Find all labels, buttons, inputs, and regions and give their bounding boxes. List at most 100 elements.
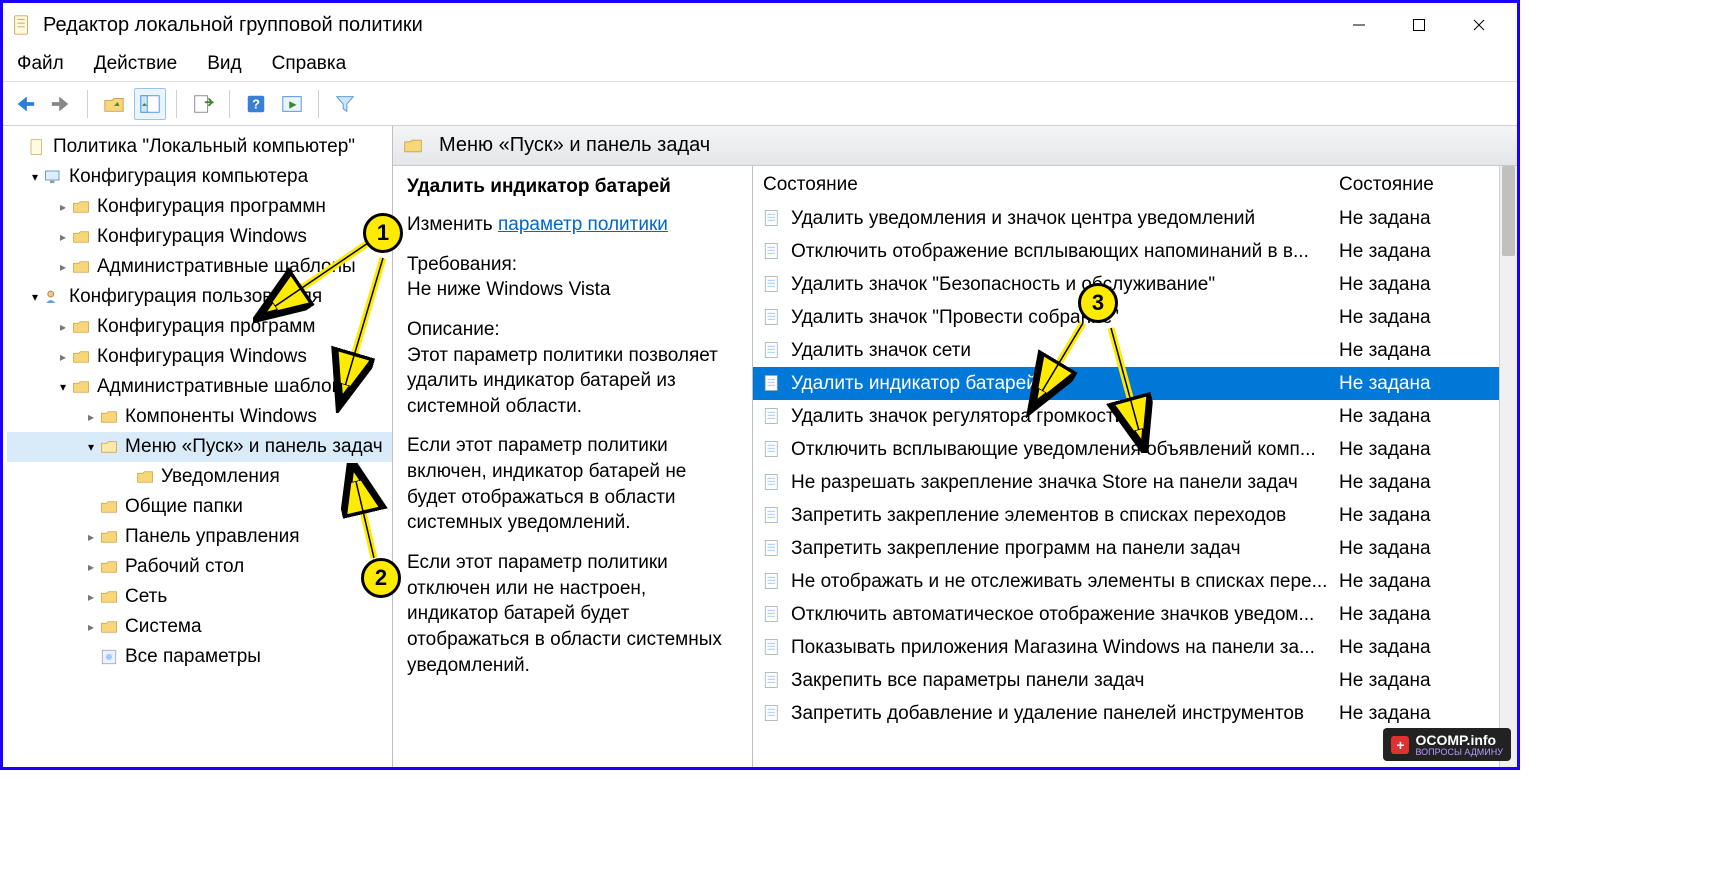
policy-icon [763, 704, 783, 724]
tree-item[interactable]: Конфигурация программ [7, 312, 392, 342]
tree-item[interactable]: Все параметры [7, 642, 392, 672]
vertical-scrollbar[interactable] [1499, 166, 1517, 767]
show-tree-button[interactable] [134, 88, 166, 120]
policy-icon [763, 341, 783, 361]
policy-state: Не задана [1339, 472, 1489, 494]
policy-name: Удалить значок "Безопасность и обслужива… [791, 274, 1339, 296]
user-icon [43, 287, 63, 307]
tree-item[interactable]: Рабочий стол [7, 552, 392, 582]
tree-start-taskbar[interactable]: Меню «Пуск» и панель задач [7, 432, 392, 462]
policy-row[interactable]: Отключить отображение всплывающих напоми… [753, 235, 1499, 268]
policy-row[interactable]: Закрепить все параметры панели задачНе з… [753, 664, 1499, 697]
menu-action[interactable]: Действие [90, 51, 182, 77]
policy-row[interactable]: Удалить значок сетиНе задана [753, 334, 1499, 367]
policy-rows: Удалить уведомления и значок центра увед… [753, 202, 1499, 730]
policy-row[interactable]: Удалить индикатор батарейНе задана [753, 367, 1499, 400]
tree-item[interactable]: Сеть [7, 582, 392, 612]
tree-item[interactable]: Конфигурация Windows [7, 342, 392, 372]
tree-pane[interactable]: Политика "Локальный компьютер" Конфигура… [3, 126, 393, 767]
list-header[interactable]: Состояние Состояние [753, 166, 1499, 202]
policy-row[interactable]: Запретить закрепление программ на панели… [753, 532, 1499, 565]
policy-row[interactable]: Запретить добавление и удаление панелей … [753, 697, 1499, 730]
policy-icon [763, 506, 783, 526]
policy-icon [763, 638, 783, 658]
policy-row[interactable]: Удалить значок "Безопасность и обслужива… [753, 268, 1499, 301]
policy-icon [763, 539, 783, 559]
policy-icon [763, 308, 783, 328]
tree-item[interactable]: Компоненты Windows [7, 402, 392, 432]
folder-icon [71, 377, 91, 397]
policy-row[interactable]: Отключить автоматическое отображение зна… [753, 598, 1499, 631]
policy-row[interactable]: Запретить закрепление элементов в списка… [753, 499, 1499, 532]
folder-icon [71, 317, 91, 337]
forward-button[interactable] [45, 88, 77, 120]
policy-state: Не задана [1339, 505, 1489, 527]
tree-item[interactable]: Уведомления [7, 462, 392, 492]
right-pane: Меню «Пуск» и панель задач Удалить индик… [393, 126, 1517, 767]
policy-icon [763, 572, 783, 592]
annotation-3: 3 [1078, 283, 1118, 323]
filter-button[interactable] [329, 88, 361, 120]
tree-item[interactable]: Общие папки [7, 492, 392, 522]
requirements-value: Не ниже Windows Vista [407, 277, 738, 303]
policy-row[interactable]: Не разрешать закрепление значка Store на… [753, 466, 1499, 499]
policy-row[interactable]: Удалить значок регулятора громкостиНе за… [753, 400, 1499, 433]
folder-open-icon [99, 437, 119, 457]
computer-icon [43, 167, 63, 187]
description-text-3: Если этот параметр политики отключен или… [407, 550, 738, 678]
edit-label: Изменить [407, 214, 493, 235]
right-header-title: Меню «Пуск» и панель задач [439, 134, 710, 157]
policy-row[interactable]: Отключить всплывающие уведомления объявл… [753, 433, 1499, 466]
edit-policy-link[interactable]: параметр политики [498, 214, 668, 235]
folder-icon [403, 136, 423, 156]
export-button[interactable] [187, 88, 219, 120]
annotation-1: 1 [363, 213, 403, 253]
back-button[interactable] [9, 88, 41, 120]
help-button[interactable]: ? [240, 88, 272, 120]
policy-icon [763, 275, 783, 295]
policy-name: Отключить всплывающие уведомления объявл… [791, 439, 1339, 461]
scrollbar-thumb[interactable] [1502, 166, 1515, 256]
menu-view[interactable]: Вид [203, 51, 245, 77]
tree-item[interactable]: Конфигурация Windows [7, 222, 392, 252]
policy-row[interactable]: Удалить значок "Провести собрание"Не зад… [753, 301, 1499, 334]
policy-icon [763, 671, 783, 691]
policy-state: Не задана [1339, 571, 1489, 593]
scroll-icon [27, 137, 47, 157]
folder-icon [71, 347, 91, 367]
list-col-state[interactable]: Состояние [1339, 174, 1489, 196]
tree-item[interactable]: Административные шаблоны [7, 252, 392, 282]
description-text-1: Этот параметр политики позволяет удалить… [407, 343, 738, 420]
tree-root[interactable]: Политика "Локальный компьютер" [7, 132, 392, 162]
description-pane: Удалить индикатор батарей Изменить парам… [393, 166, 753, 767]
policy-state: Не задана [1339, 241, 1489, 263]
tree-user-config[interactable]: Конфигурация пользователя [7, 282, 392, 312]
policy-name: Запретить закрепление программ на панели… [791, 538, 1339, 560]
policy-name: Отключить автоматическое отображение зна… [791, 604, 1339, 626]
list-col-name[interactable]: Состояние [763, 174, 1339, 196]
window-controls [1329, 5, 1509, 45]
policy-row[interactable]: Не отображать и не отслеживать элементы … [753, 565, 1499, 598]
close-button[interactable] [1449, 5, 1509, 45]
tree-computer-config[interactable]: Конфигурация компьютера [7, 162, 392, 192]
policy-name: Удалить индикатор батарей [791, 373, 1339, 395]
app-window: Редактор локальной групповой политики Фа… [0, 0, 1520, 770]
tree-item[interactable]: Система [7, 612, 392, 642]
policy-state: Не задана [1339, 373, 1489, 395]
policy-row[interactable]: Показывать приложения Магазина Windows н… [753, 631, 1499, 664]
tree-item[interactable]: Панель управления [7, 522, 392, 552]
list-pane: Состояние Состояние Удалить уведомления … [753, 166, 1517, 767]
up-button[interactable] [98, 88, 130, 120]
menu-help[interactable]: Справка [268, 51, 351, 77]
maximize-button[interactable] [1389, 5, 1449, 45]
minimize-button[interactable] [1329, 5, 1389, 45]
policy-row[interactable]: Удалить уведомления и значок центра увед… [753, 202, 1499, 235]
menu-file[interactable]: Файл [13, 51, 68, 77]
extended-view-button[interactable] [276, 88, 308, 120]
policy-state: Не задана [1339, 307, 1489, 329]
tree-admin-templates[interactable]: Административные шаблоны [7, 372, 392, 402]
policy-state: Не задана [1339, 439, 1489, 461]
requirements-label: Требования: [407, 252, 738, 278]
tree-item[interactable]: Конфигурация программн [7, 192, 392, 222]
folder-icon [99, 557, 119, 577]
